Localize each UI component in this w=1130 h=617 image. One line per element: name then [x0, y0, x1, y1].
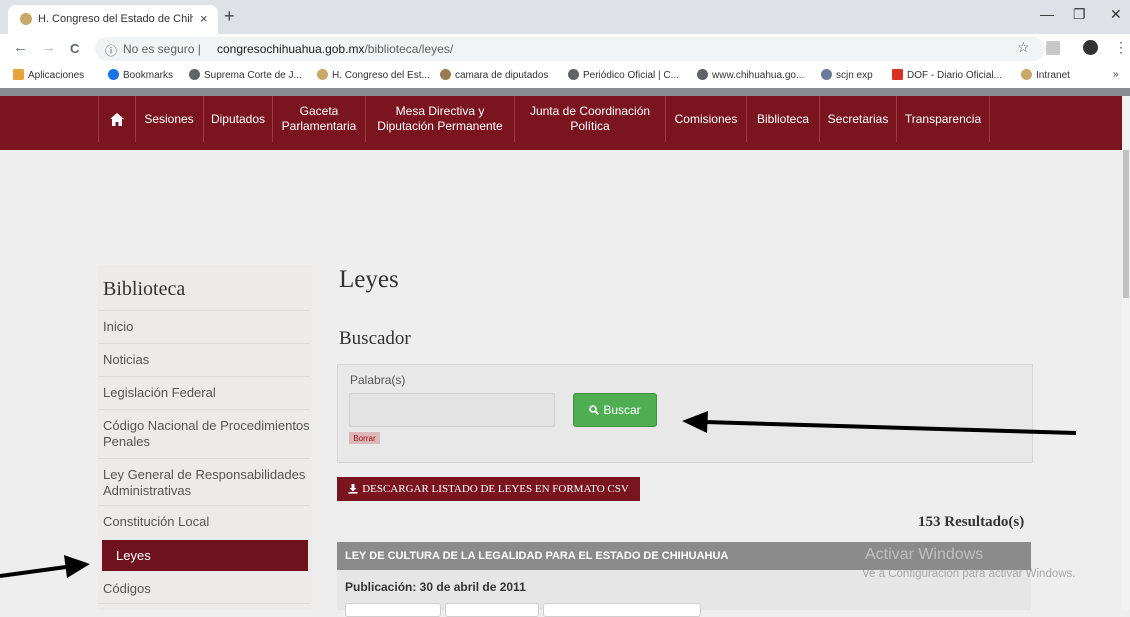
arrow-to-search-icon: [682, 411, 1077, 435]
annotation-arrows: [0, 411, 1077, 578]
arrow-to-leyes-icon: [0, 555, 90, 578]
